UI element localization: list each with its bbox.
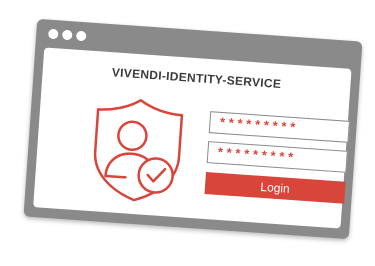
- window-dot-icon: [75, 30, 87, 42]
- window-content: VIVENDI-IDENTITY-SERVICE Login: [33, 47, 352, 229]
- username-input[interactable]: [209, 112, 349, 142]
- user-shield-check-icon: [84, 91, 191, 208]
- app-title: VIVENDI-IDENTITY-SERVICE: [111, 65, 282, 92]
- window-dot-icon: [47, 28, 59, 40]
- login-button[interactable]: Login: [204, 172, 346, 204]
- browser-window: VIVENDI-IDENTITY-SERVICE Login: [23, 18, 363, 240]
- password-input[interactable]: [207, 142, 347, 172]
- username-field[interactable]: [208, 111, 350, 143]
- window-dot-icon: [61, 29, 73, 41]
- password-field[interactable]: [206, 141, 348, 173]
- illustration-stage: VIVENDI-IDENTITY-SERVICE Login: [0, 0, 375, 266]
